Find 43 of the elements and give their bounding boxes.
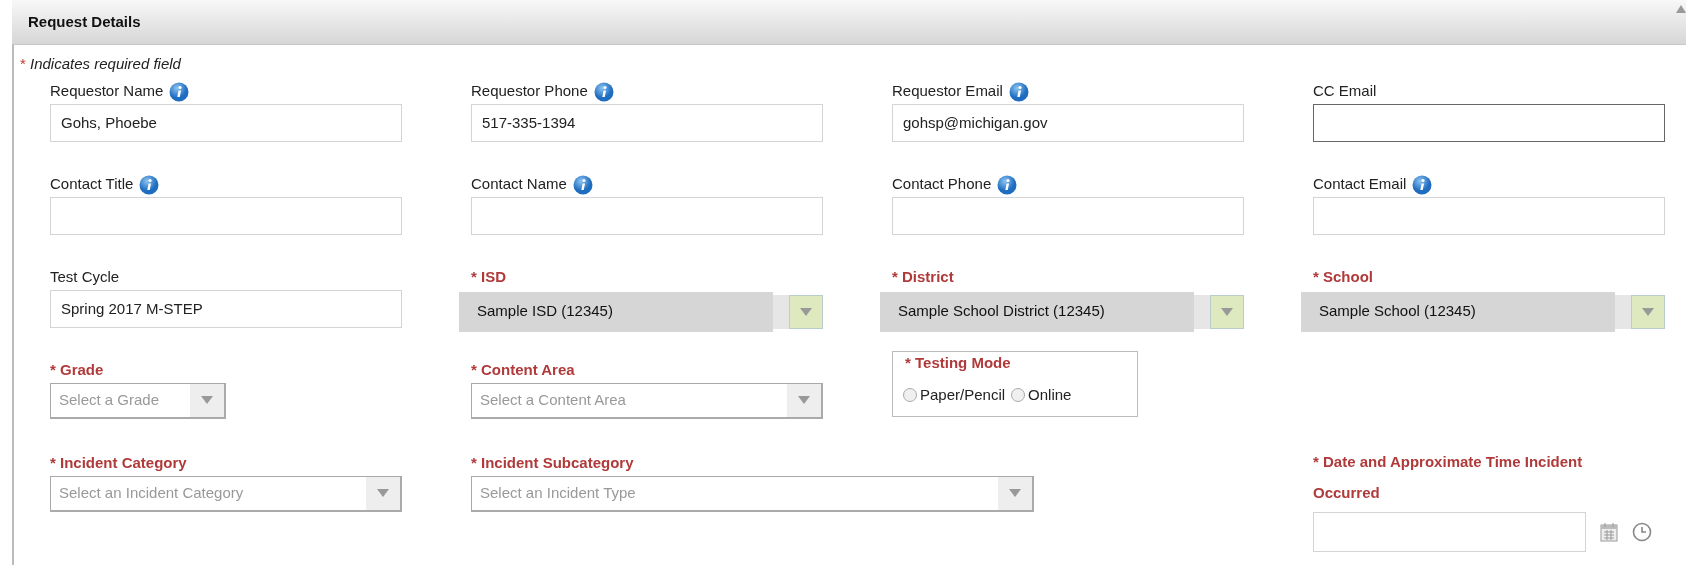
field-label: Contact Title <box>50 174 134 195</box>
info-icon[interactable] <box>593 81 614 102</box>
field-label: * School <box>1313 267 1373 288</box>
field-label: Contact Name <box>471 174 567 195</box>
field-label: * Content Area <box>471 360 575 381</box>
radio-option[interactable]: Paper/Pencil <box>903 384 1006 407</box>
field-label: Requestor Name <box>50 81 164 102</box>
field-label: CC Email <box>1313 81 1377 102</box>
dropdown-arrow-icon <box>1009 489 1021 497</box>
field-label: Requestor Email <box>892 81 1003 102</box>
field-label: Contact Phone <box>892 174 992 195</box>
dropdown-arrow-icon <box>800 307 812 316</box>
info-icon[interactable] <box>997 174 1018 195</box>
info-icon[interactable] <box>169 81 190 102</box>
field-label: * Date and Approximate Time Incident Occurred <box>1313 451 1584 503</box>
info-icon[interactable] <box>139 174 160 195</box>
field-label: Contact Email <box>1313 174 1407 195</box>
panel-title: Request Details <box>28 11 141 32</box>
field-label: Test Cycle <box>50 267 120 288</box>
text-field[interactable] <box>1313 103 1665 142</box>
required-note: * Indicates required field <box>20 54 182 74</box>
dropdown-arrow-icon <box>201 396 213 404</box>
dropdown-arrow-icon <box>1221 307 1233 316</box>
text-field[interactable]: Spring 2017 M-STEP <box>50 289 402 328</box>
collapse-icon[interactable] <box>1676 4 1686 14</box>
field-label: Requestor Phone <box>471 81 588 102</box>
date-field[interactable] <box>1313 511 1586 552</box>
info-icon[interactable] <box>572 174 593 195</box>
field-label: * ISD <box>471 267 506 288</box>
info-icon[interactable] <box>1412 174 1433 195</box>
radio-option[interactable]: Online <box>1011 384 1072 407</box>
info-icon[interactable] <box>1008 81 1029 102</box>
text-field[interactable]: gohsp@michigan.gov <box>892 103 1244 142</box>
dropdown-arrow-icon <box>377 489 389 497</box>
field-label: * Incident Subcategory <box>471 453 634 474</box>
dropdown-arrow-icon <box>798 396 810 404</box>
clock-icon[interactable] <box>1632 521 1652 542</box>
field-label: * District <box>892 267 954 288</box>
field-label: * Incident Category <box>50 453 187 474</box>
text-field[interactable]: Gohs, Phoebe <box>50 103 402 142</box>
text-field[interactable]: 517-335-1394 <box>471 103 823 142</box>
field-label: * Grade <box>50 360 104 381</box>
dropdown-arrow-icon <box>1642 307 1654 316</box>
